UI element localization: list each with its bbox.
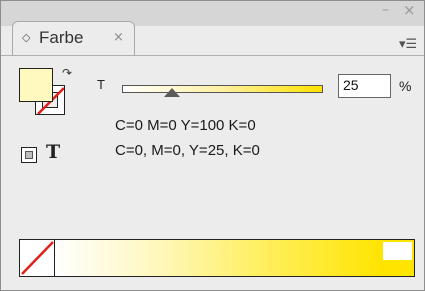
color-panel: – × ◇ Farbe × ▾☰ ↷ T T 25 % C=0 M=0 Y=10…: [0, 0, 425, 291]
minimize-button[interactable]: –: [382, 3, 389, 17]
tint-input[interactable]: 25: [338, 74, 391, 98]
panel-menu-icon[interactable]: ▾☰: [399, 37, 421, 53]
formatting-text-icon[interactable]: T: [46, 141, 60, 163]
tint-slider-track[interactable]: [122, 85, 323, 93]
close-panel-button[interactable]: ×: [403, 3, 416, 18]
tint-label: T: [97, 77, 105, 92]
tab-divider: [1, 55, 424, 56]
base-color-values: C=0 M=0 Y=100 K=0: [115, 117, 256, 134]
fill-stroke-swatches: ↷: [19, 66, 72, 128]
tab-close-icon[interactable]: ×: [113, 30, 124, 45]
color-ramp[interactable]: [19, 239, 415, 277]
tint-slider-thumb[interactable]: [164, 88, 181, 97]
tint-color-values: C=0, M=0, Y=25, K=0: [115, 142, 260, 159]
fill-swatch[interactable]: [19, 68, 53, 102]
ramp-none-swatch[interactable]: [20, 240, 55, 276]
ramp-gradient[interactable]: [55, 240, 383, 276]
tab-label: Farbe: [39, 28, 84, 47]
ramp-none-icon: [21, 241, 54, 275]
formatting-container-icon[interactable]: [21, 147, 37, 163]
tint-unit: %: [399, 78, 412, 94]
tab-farbe[interactable]: ◇ Farbe ×: [12, 21, 135, 56]
ramp-white-swatch[interactable]: [383, 242, 412, 260]
container-square: [25, 151, 33, 159]
tab-options-icon[interactable]: ◇: [22, 31, 30, 44]
swap-fill-stroke-icon[interactable]: ↷: [62, 66, 72, 80]
